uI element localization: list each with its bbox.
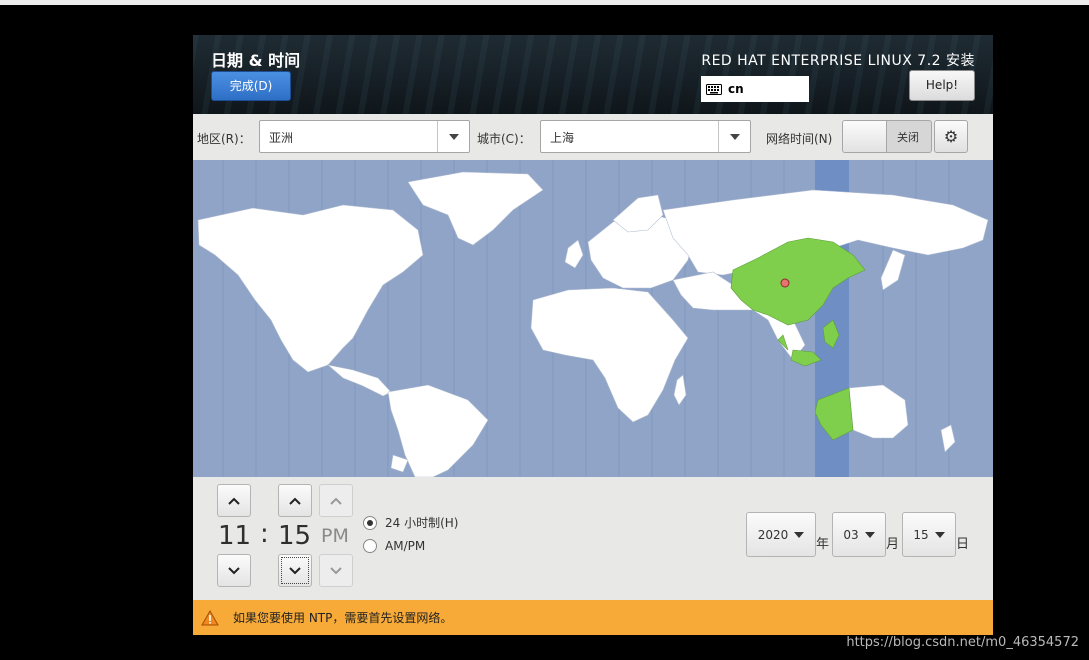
chevron-down-icon — [289, 566, 301, 574]
location-pin[interactable] — [780, 278, 790, 288]
chevron-up-icon — [289, 497, 301, 505]
hour-up-button[interactable] — [217, 484, 251, 517]
chevron-down-icon — [330, 566, 342, 574]
keyboard-icon — [706, 83, 722, 95]
time-date-panel: 11 : 15 PM 24 小时制(H) AM/PM 2020 年 03 月 1… — [193, 477, 993, 600]
month-value: 03 — [843, 527, 859, 542]
timezone-toolbar: 地区(R)： 亚洲 城市(C)： 上海 网络时间(N) 关闭 ⚙ — [193, 114, 993, 160]
hour-down-button[interactable] — [217, 554, 251, 587]
city-dropdown-arrow[interactable] — [718, 121, 750, 152]
month-select[interactable]: 03 — [832, 512, 886, 557]
warning-text: 如果您要使用 NTP，需要首先设置网络。 — [233, 611, 453, 625]
minute-down-button[interactable] — [278, 554, 312, 587]
done-button[interactable]: 完成(D) — [211, 71, 291, 101]
year-select[interactable]: 2020 — [746, 512, 816, 557]
day-value: 15 — [913, 527, 929, 542]
region-dropdown-arrow[interactable] — [437, 121, 469, 152]
timezone-map[interactable] — [193, 160, 993, 477]
page-title: 日期 & 时间 — [211, 51, 301, 70]
help-button[interactable]: Help! — [909, 70, 975, 101]
ntp-label: 网络时间(N) — [766, 132, 833, 146]
world-map[interactable] — [193, 160, 993, 477]
ntp-toggle[interactable]: 关闭 — [842, 120, 932, 153]
ntp-toggle-knob[interactable] — [843, 121, 887, 152]
region-label: 地区(R)： — [197, 132, 251, 146]
chevron-down-icon — [794, 531, 805, 538]
radio-selected-icon — [363, 515, 377, 530]
day-select[interactable]: 15 — [902, 512, 956, 557]
ntp-settings-button[interactable]: ⚙ — [934, 120, 968, 153]
ampm-up-button[interactable] — [319, 484, 353, 517]
ampm-down-button[interactable] — [319, 554, 353, 587]
ampm-display: PM — [321, 525, 349, 547]
gear-icon: ⚙ — [943, 127, 959, 146]
minute-up-button[interactable] — [278, 484, 312, 517]
month-label: 月 — [886, 537, 900, 552]
top-edge-strip — [0, 0, 1089, 5]
keyboard-layout-indicator[interactable]: cn — [701, 76, 809, 102]
region-combobox[interactable]: 亚洲 — [259, 120, 470, 153]
chevron-down-icon — [729, 133, 740, 140]
product-title: RED HAT ENTERPRISE LINUX 7.2 安装 — [701, 53, 975, 69]
day-label: 日 — [956, 537, 970, 552]
chevron-down-icon — [448, 133, 459, 140]
city-label: 城市(C)： — [477, 132, 531, 146]
year-label: 年 — [816, 537, 830, 552]
warning-icon — [201, 609, 219, 625]
chevron-up-icon — [228, 497, 240, 505]
chevron-down-icon — [934, 531, 945, 538]
chevron-up-icon — [330, 497, 342, 505]
radio-unselected-icon — [363, 539, 377, 553]
time-separator: : — [260, 519, 269, 549]
watermark: https://blog.csdn.net/m0_46354572 — [846, 635, 1079, 650]
format-ampm-radio[interactable]: AM/PM — [363, 539, 425, 553]
ntp-toggle-state: 关闭 — [897, 131, 919, 144]
installer-window: 日期 & 时间 完成(D) RED HAT ENTERPRISE LINUX 7… — [193, 35, 993, 635]
hour-display: 11 — [218, 521, 252, 551]
minute-display: 15 — [278, 521, 312, 551]
keyboard-layout-label: cn — [728, 82, 744, 96]
chevron-down-icon — [864, 531, 875, 538]
header-decoration — [193, 35, 993, 114]
format-ampm-label: AM/PM — [385, 539, 426, 553]
format-24h-label: 24 小时制(H) — [385, 516, 459, 530]
chevron-down-icon — [228, 566, 240, 574]
city-combobox[interactable]: 上海 — [540, 120, 751, 153]
year-value: 2020 — [757, 527, 789, 542]
warning-bar: 如果您要使用 NTP，需要首先设置网络。 — [193, 600, 993, 635]
city-value: 上海 — [550, 131, 575, 145]
header-bar: 日期 & 时间 完成(D) RED HAT ENTERPRISE LINUX 7… — [193, 35, 993, 114]
format-24h-radio[interactable]: 24 小时制(H) — [363, 514, 458, 531]
region-value: 亚洲 — [269, 131, 294, 145]
